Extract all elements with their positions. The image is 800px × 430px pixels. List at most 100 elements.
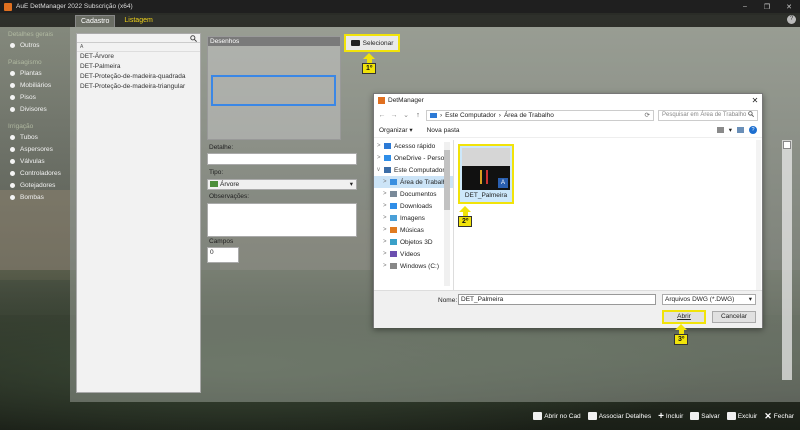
nav-item[interactable]: > Documentos [374,188,453,200]
sidebar-item-mobiliarios[interactable]: Mobiliários [10,79,70,91]
delete-button[interactable]: Excluir [726,412,757,420]
radio-icon [10,106,15,112]
nav-item[interactable]: > Área de Trabalho [374,176,453,188]
associate-details-button[interactable]: Associar Detalhes [587,412,651,420]
open-in-cad-button[interactable]: Abrir no Cad [533,412,581,420]
chevron-icon[interactable]: > [377,155,384,161]
sidebar-item-divisores[interactable]: Divisores [10,103,70,115]
file-name-label: Nome: [438,297,458,304]
callout-label: 1º [362,63,377,74]
cancel-button[interactable]: Cancelar [712,311,756,323]
sidebar-item-bombas[interactable]: Bombas [10,191,70,203]
chevron-icon[interactable]: > [383,227,390,233]
maximize-button[interactable]: ❐ [756,3,778,11]
back-arrow-icon[interactable]: ← [378,112,386,119]
close-icon: ✕ [764,410,772,421]
main-scrollbar[interactable] [782,140,792,380]
dialog-search-input[interactable]: Pesquisar em Área de Trabalho [658,109,758,121]
file-area-scrollbar[interactable] [756,140,761,290]
drawings-box: Desenhos [207,36,341,140]
chevron-down-icon[interactable]: ⌄ [402,111,410,119]
chevron-icon[interactable]: > [383,203,390,209]
file-tile[interactable]: A DET_Palmeira [458,144,514,204]
app-icon [4,2,12,11]
list-item[interactable]: DET-Árvore [77,52,200,62]
add-button[interactable]: + Incluir [658,411,683,422]
tab-listagem[interactable]: Listagem [119,15,157,27]
callout-step-2: 2º [458,206,473,227]
list-item[interactable]: DET-Proteção-de-madeira-quadrada [77,72,200,82]
chevron-icon[interactable]: > [377,143,384,149]
sidebar-item-pisos[interactable]: Pisos [10,91,70,103]
sidebar-item-plantas[interactable]: Plantas [10,67,70,79]
tab-cadastro[interactable]: Cadastro [75,15,116,27]
chevron-icon[interactable]: > [383,191,390,197]
up-arrow-icon[interactable]: ↑ [414,112,422,119]
dialog-footer: Nome: DET_Palmeira Arquivos DWG (*.DWG) … [374,290,762,328]
chevron-icon[interactable]: v [377,167,384,173]
sidebar-section-irrigacao: Irrigação [8,123,34,130]
preview-pane-icon[interactable] [737,127,744,133]
list-search-bar[interactable] [77,34,200,43]
folder-icon [390,239,397,245]
address-bar[interactable]: › Este Computador › Área de Trabalho ⟳ [426,109,654,121]
sidebar-item-outros[interactable]: Outros [10,39,70,51]
chevron-down-icon[interactable]: ▾ [729,126,732,134]
nav-item[interactable]: > Vídeos [374,248,453,260]
close-window-button[interactable]: ✕ Fechar [764,411,794,422]
folder-icon [390,227,397,233]
detalhe-input[interactable] [207,153,357,165]
radio-icon [10,170,15,176]
nav-scrollbar[interactable] [444,142,450,286]
search-icon[interactable] [190,34,197,42]
nav-item[interactable]: > Imagens [374,212,453,224]
nav-item[interactable]: > Downloads [374,200,453,212]
nav-item[interactable]: v Este Computador [374,164,453,176]
close-button[interactable]: ✕ [778,3,800,11]
callout-step-3: 3º [674,324,689,345]
new-folder-button[interactable]: Nova pasta [427,127,460,134]
folder-open-icon [533,412,543,420]
tipo-select[interactable]: Árvore ▾ [207,179,357,190]
chevron-icon[interactable]: > [383,239,390,245]
drawing-preview[interactable] [211,75,336,106]
view-mode-icon[interactable] [716,127,724,133]
folder-icon [384,155,391,161]
nav-item[interactable]: > OneDrive - Person [374,152,453,164]
campos-stepper[interactable]: 0 [207,247,239,263]
organize-menu[interactable]: Organizar ▾ [379,126,413,134]
select-button[interactable]: Selecionar [344,34,400,52]
help-icon[interactable]: ? [749,126,757,134]
list-column-header[interactable]: A [77,43,200,52]
save-icon [690,412,700,420]
forward-arrow-icon[interactable]: → [390,112,398,119]
nav-item[interactable]: > Windows (C:) [374,260,453,272]
file-name-input[interactable]: DET_Palmeira [458,294,656,305]
list-item[interactable]: DET-Palmeira [77,62,200,72]
refresh-icon[interactable]: ⟳ [645,111,653,119]
chevron-icon[interactable]: > [383,263,390,269]
chevron-icon[interactable]: > [383,251,390,257]
sidebar-section-paisagismo: Paisagismo [8,59,42,66]
nav-item[interactable]: > Objetos 3D [374,236,453,248]
folder-icon [390,179,397,185]
dialog-title-bar: DetManager ✕ [374,94,762,107]
sidebar-item-tubos[interactable]: Tubos [10,131,70,143]
nav-item[interactable]: > Acesso rápido [374,140,453,152]
file-type-select[interactable]: Arquivos DWG (*.DWG) ▾ [662,294,756,305]
sidebar-item-aspersores[interactable]: Aspersores [10,143,70,155]
help-icon[interactable]: ? [787,15,796,24]
sidebar-item-controladores[interactable]: Controladores [10,167,70,179]
list-item[interactable]: DET-Proteção-de-madeira-triangular [77,82,200,92]
nav-item[interactable]: > Músicas [374,224,453,236]
sidebar-item-gotejadores[interactable]: Gotejadores [10,179,70,191]
dialog-close-button[interactable]: ✕ [748,96,762,105]
observacoes-textarea[interactable] [207,203,357,237]
open-button[interactable]: Abrir [662,310,706,324]
save-button[interactable]: Salvar [690,412,720,420]
folder-icon [390,215,397,221]
chevron-icon[interactable]: > [383,179,390,185]
sidebar-item-valvulas[interactable]: Válvulas [10,155,70,167]
minimize-button[interactable]: – [734,3,756,11]
chevron-icon[interactable]: > [383,215,390,221]
